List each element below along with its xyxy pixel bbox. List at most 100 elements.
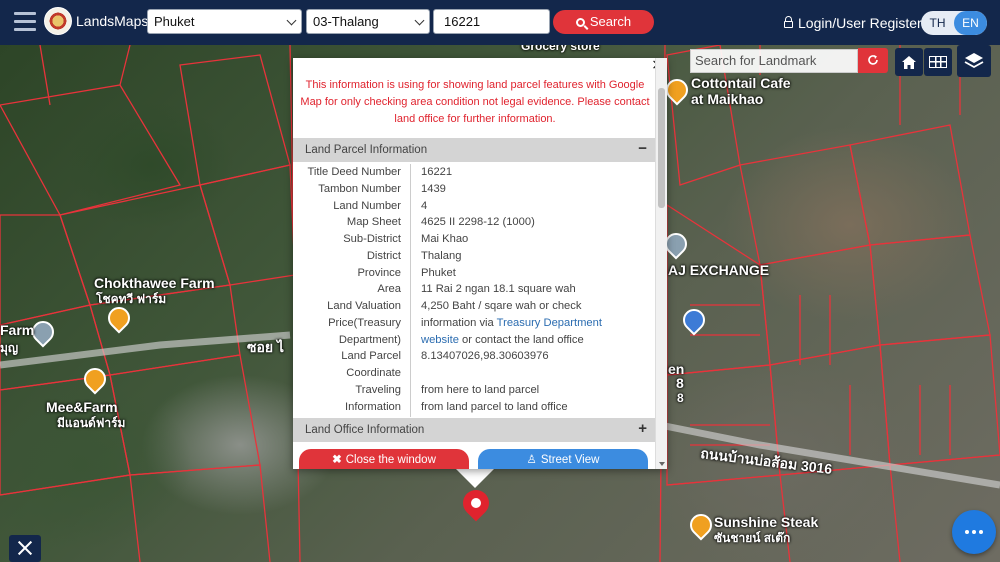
menu-icon[interactable]	[14, 12, 36, 32]
info-row: Map Sheet 4625 II 2298-12 (1000)	[293, 214, 655, 231]
district-select-value: 03-Thalang	[313, 14, 379, 29]
home-icon	[902, 56, 916, 69]
map-label: ซันชายน์ สเต๊ก	[714, 531, 791, 545]
info-key: Title Deed Number	[307, 166, 401, 178]
info-value: 4	[421, 199, 428, 212]
popup-scrollbar[interactable]	[655, 58, 667, 469]
info-row: District Thalang	[293, 248, 655, 265]
map-label: มุญ	[0, 341, 19, 355]
map-label: Mee&Farm	[46, 399, 118, 415]
search-button[interactable]: Search	[553, 10, 654, 34]
scroll-down-icon[interactable]	[659, 462, 665, 466]
lang-th-option[interactable]: TH	[921, 11, 954, 35]
deed-number-input[interactable]: 16221	[433, 9, 550, 34]
directions-to-parcel-link[interactable]: from here to land parcel	[421, 382, 539, 399]
scrollbar-thumb[interactable]	[658, 88, 665, 208]
info-value: information via Treasury Department	[421, 315, 602, 332]
info-key: Price(Treasury	[328, 316, 401, 329]
info-key: Map Sheet	[346, 216, 401, 229]
layers-icon	[964, 53, 984, 69]
lang-en-option[interactable]: EN	[954, 11, 987, 35]
map-label: AJ EXCHANGE	[668, 262, 770, 278]
search-icon	[575, 18, 585, 27]
refresh-button[interactable]	[858, 48, 888, 73]
info-key: Land Number	[333, 199, 401, 212]
info-value: 16221	[421, 166, 453, 178]
info-row: Traveling from here to land parcel	[293, 382, 655, 399]
section-title: Land Parcel Information	[305, 144, 428, 156]
land-parcel-popup: × This information is using for showing …	[293, 58, 667, 469]
grid-icon	[929, 56, 947, 68]
province-select-value: Phuket	[154, 14, 195, 29]
directions-to-office-link[interactable]: from land parcel to land office	[421, 399, 568, 416]
info-row: Information from land parcel to land offi…	[293, 399, 655, 416]
expand-icon[interactable]: +	[638, 420, 647, 437]
tools-button[interactable]	[9, 535, 41, 562]
province-select[interactable]: Phuket	[147, 9, 302, 34]
refresh-icon	[868, 55, 878, 65]
login-link[interactable]: Login/User Register	[784, 15, 922, 31]
popup-tail	[454, 467, 496, 488]
info-key: Traveling	[355, 383, 401, 396]
info-row: Title Deed Number 16221	[293, 164, 655, 181]
info-value: Phuket	[421, 266, 456, 279]
map-label: at Maikhao	[691, 91, 764, 107]
close-icon: ✖	[332, 454, 342, 466]
map-label: Chokthawee Farm	[94, 275, 215, 291]
info-value: 4625 II 2298-12 (1000)	[421, 216, 535, 229]
map-label: Sunshine Steak	[714, 514, 819, 530]
info-value: 1439	[421, 182, 446, 195]
collapse-icon[interactable]: −	[638, 140, 647, 157]
treasury-department-link[interactable]: Treasury Department	[497, 317, 602, 329]
street-view-label: Street View	[540, 454, 600, 466]
language-toggle[interactable]: TH EN	[921, 11, 987, 35]
info-key: Land Valuation	[327, 300, 401, 312]
info-row: Land Valuation 4,250 Baht / sqare wah or …	[293, 298, 655, 315]
grid-button[interactable]	[924, 48, 952, 76]
info-key: Sub-District	[343, 233, 401, 245]
logo-icon	[44, 7, 72, 35]
info-row: Land Parcel 8.13407026,98.30603976	[293, 348, 655, 365]
map-label: Cottontail Cafe	[691, 75, 791, 91]
info-key: Province	[357, 266, 401, 279]
home-button[interactable]	[895, 48, 923, 76]
search-button-label: Search	[589, 14, 632, 29]
more-options-button[interactable]	[952, 510, 996, 554]
map-label: โชคทวี ฟาร์ม	[96, 292, 167, 306]
website-link[interactable]: website	[421, 334, 459, 346]
info-value: website or contact the land office	[421, 332, 584, 349]
info-row: Sub-District Mai Khao	[293, 231, 655, 248]
login-label: Login/User Register	[798, 15, 922, 31]
section-title: Land Office Information	[305, 424, 425, 436]
map-label: มีแอนด์ฟาร์ม	[57, 416, 126, 430]
layers-button[interactable]	[957, 45, 991, 77]
info-key: Coordinate	[346, 367, 401, 379]
map-label: 8	[677, 391, 684, 405]
land-parcel-section-header[interactable]: Land Parcel Information −	[293, 138, 655, 162]
map-label: Grocery store	[521, 45, 600, 53]
info-value: 4,250 Baht / sqare wah or check	[421, 300, 582, 312]
info-value: Thalang	[421, 249, 462, 262]
street-view-button[interactable]: ♙ Street View	[478, 449, 648, 469]
district-select[interactable]: 03-Thalang	[306, 9, 430, 34]
info-key: Department)	[338, 333, 401, 346]
info-value: 11 Rai 2 ngan 18.1 square wah	[421, 283, 576, 296]
close-window-button[interactable]: ✖ Close the window	[299, 449, 469, 469]
info-row: Area 11 Rai 2 ngan 18.1 square wah	[293, 281, 655, 298]
info-row: Tambon Number 1439	[293, 181, 655, 198]
top-navbar: LandsMaps Phuket 03-Thalang 16221 Search…	[0, 0, 1000, 45]
info-key: Tambon Number	[318, 182, 401, 195]
info-row: Land Number 4	[293, 198, 655, 215]
lock-icon	[784, 16, 793, 28]
info-value: Mai Khao	[421, 233, 469, 245]
map-label: 8	[676, 375, 684, 391]
coordinate-link[interactable]: 8.13407026,98.30603976	[421, 348, 549, 365]
map-label: ซอย ไ	[247, 339, 285, 355]
info-row: Price(Treasury information via Treasury D…	[293, 315, 655, 332]
landmark-search-input[interactable]: Search for Landmark	[690, 49, 858, 73]
land-office-section-header[interactable]: Land Office Information +	[293, 418, 655, 442]
info-row: Province Phuket	[293, 265, 655, 282]
street-view-icon: ♙	[526, 454, 537, 466]
info-key: Area	[377, 283, 401, 296]
close-window-label: Close the window	[345, 454, 436, 466]
